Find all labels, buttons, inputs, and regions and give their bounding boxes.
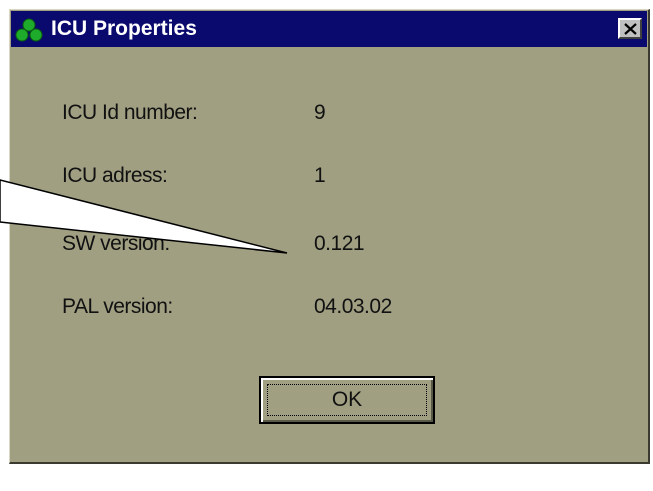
callout-pointer <box>0 179 288 254</box>
